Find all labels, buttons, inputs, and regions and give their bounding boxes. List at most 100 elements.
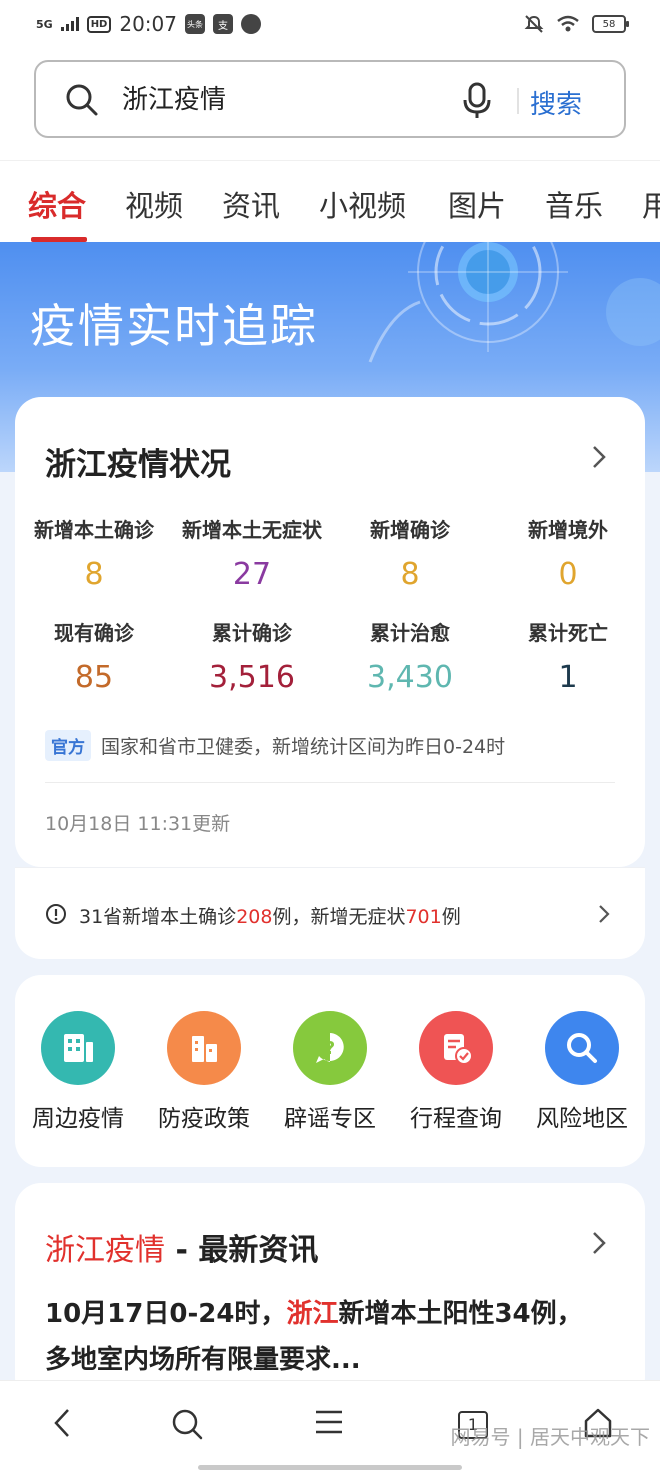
tab-video[interactable]: 视频: [125, 183, 183, 225]
headline-part: 10月17日0-24时，: [45, 1299, 287, 1329]
stat-total-confirmed: 累计确诊 3,516: [173, 617, 331, 695]
stat-new-imported: 新增境外 0: [489, 514, 647, 592]
tab-more[interactable]: 用: [642, 183, 660, 225]
source-text: 国家和省市卫健委，新增统计区间为昨日0-24时: [101, 736, 506, 758]
category-tabs: 综合 视频 资讯 小视频 图片 音乐 用: [0, 160, 660, 242]
service-nearby-epidemic[interactable]: 周边疫情: [15, 1011, 141, 1133]
notice-asymptomatic-count: 701: [405, 906, 442, 928]
stat-label: 新增境外: [528, 518, 608, 542]
tab-news[interactable]: 资讯: [222, 183, 280, 225]
chevron-right-icon[interactable]: [597, 904, 611, 924]
bottom-navigation: 1 网易号 | 居天中观天下: [0, 1380, 660, 1472]
stat-value: 8: [400, 557, 420, 592]
stat-current-confirmed: 现有确诊 85: [15, 617, 173, 695]
stat-label: 新增确诊: [370, 518, 450, 542]
service-label: 行程查询: [410, 1106, 502, 1132]
service-itinerary-check[interactable]: 行程查询: [393, 1011, 519, 1133]
source-watermark: 网易号 | 居天中观天下: [450, 1425, 650, 1449]
tab-short-video[interactable]: 小视频: [319, 183, 406, 225]
network-type: 5G: [36, 17, 53, 31]
headline-keyword: 浙江: [286, 1299, 339, 1329]
news-headline[interactable]: 10月17日0-24时，浙江新增本土阳性34例，多地室内场所有限量要求...: [45, 1291, 585, 1383]
update-time: 10月18日 11:31更新: [45, 813, 231, 835]
clock: 20:07: [119, 12, 177, 36]
tab-comprehensive[interactable]: 综合: [28, 183, 86, 225]
status-bar: 5G HD 20:07 头条 支 58: [0, 0, 660, 52]
search-input[interactable]: [122, 82, 422, 112]
alipay-icon: 支: [213, 14, 233, 34]
service-label: 风险地区: [536, 1106, 628, 1132]
stat-value: 1: [558, 660, 578, 695]
battery-icon: 58: [592, 15, 629, 33]
stat-new-local-asymptomatic: 新增本土无症状 27: [173, 514, 331, 592]
news-card[interactable]: 浙江疫情 - 最新资讯 10月17日0-24时，浙江新增本土阳性34例，多地室内…: [15, 1183, 645, 1403]
news-title-keyword: 浙江疫情: [45, 1233, 165, 1268]
service-rumor-debunk[interactable]: ? 辟谣专区: [267, 1011, 393, 1133]
service-label: 辟谣专区: [284, 1106, 376, 1132]
chevron-right-icon[interactable]: [589, 445, 609, 469]
stat-label: 新增本土确诊: [34, 518, 154, 542]
stat-label: 新增本土无症状: [182, 518, 322, 542]
national-notice[interactable]: 31省新增本土确诊208例，新增无症状701例: [15, 867, 645, 959]
stat-value: 3,430: [367, 660, 453, 695]
itinerary-icon: [419, 1011, 493, 1085]
svg-text:?: ?: [325, 1038, 335, 1059]
virus-target-illustration: [368, 242, 660, 363]
official-badge: 官方: [45, 730, 91, 761]
building-icon: [41, 1011, 115, 1085]
hero-title: 疫情实时追踪: [30, 299, 318, 353]
info-icon: [46, 904, 66, 924]
stat-label: 现有确诊: [54, 621, 134, 645]
signal-icon: [60, 17, 79, 31]
notice-local-count: 208: [236, 906, 273, 928]
tab-images[interactable]: 图片: [448, 183, 506, 225]
news-app-icon: 头条: [185, 14, 205, 34]
epidemic-status-card[interactable]: 浙江疫情状况 新增本土确诊 8 新增本土无症状 27 新增确诊 8 新增境外 0…: [15, 397, 645, 867]
menu-icon[interactable]: [314, 1407, 344, 1437]
data-source: 官方 国家和省市卫健委，新增统计区间为昨日0-24时: [45, 730, 505, 761]
search-area: 搜索: [0, 52, 660, 160]
stat-total-cured: 累计治愈 3,430: [331, 617, 489, 695]
mute-icon: [524, 15, 544, 33]
search-icon[interactable]: [170, 1407, 204, 1441]
back-icon[interactable]: [50, 1407, 74, 1439]
service-prevention-policy[interactable]: 防疫政策: [141, 1011, 267, 1133]
service-label: 防疫政策: [158, 1106, 250, 1132]
tab-music[interactable]: 音乐: [545, 183, 603, 225]
stat-new-local-confirmed: 新增本土确诊 8: [15, 514, 173, 592]
search-button[interactable]: 搜索: [530, 84, 582, 121]
stat-value: 8: [84, 557, 104, 592]
service-label: 周边疫情: [32, 1106, 124, 1132]
chevron-right-icon[interactable]: [589, 1231, 609, 1255]
home-indicator[interactable]: [198, 1465, 462, 1470]
search-icon: [66, 84, 98, 116]
services-card: 周边疫情 防疫政策 ? 辟谣专区 行程查询 风险地区: [15, 975, 645, 1167]
stat-label: 累计死亡: [528, 621, 608, 645]
notice-text: 31省新增本土确诊208例，新增无症状701例: [79, 902, 461, 929]
stat-value: 85: [74, 660, 114, 695]
notice-mid: 例，新增无症状: [272, 906, 406, 928]
status-card-title: 浙江疫情状况: [45, 447, 231, 483]
microphone-icon[interactable]: [460, 82, 494, 120]
stat-new-confirmed: 新增确诊 8: [331, 514, 489, 592]
search-bar[interactable]: 搜索: [34, 60, 626, 138]
notice-suffix: 例: [441, 906, 461, 928]
news-card-title: 浙江疫情 - 最新资讯: [45, 1225, 318, 1269]
hd-badge: HD: [86, 15, 112, 33]
policy-icon: [167, 1011, 241, 1085]
service-risk-area[interactable]: 风险地区: [519, 1011, 645, 1133]
news-title-rest: - 最新资讯: [165, 1233, 319, 1268]
stat-value: 3,516: [209, 660, 295, 695]
stat-value: 0: [558, 557, 578, 592]
wifi-icon: [557, 15, 579, 32]
stat-label: 累计治愈: [370, 621, 450, 645]
notice-prefix: 31省新增本土确诊: [79, 906, 237, 928]
search-icon: [545, 1011, 619, 1085]
search-divider: [517, 88, 519, 114]
divider: [45, 782, 615, 783]
stat-total-deaths: 累计死亡 1: [489, 617, 647, 695]
stat-label: 累计确诊: [212, 621, 292, 645]
compass-icon: [241, 14, 261, 34]
question-icon: ?: [293, 1011, 367, 1085]
stat-value: 27: [232, 557, 272, 592]
